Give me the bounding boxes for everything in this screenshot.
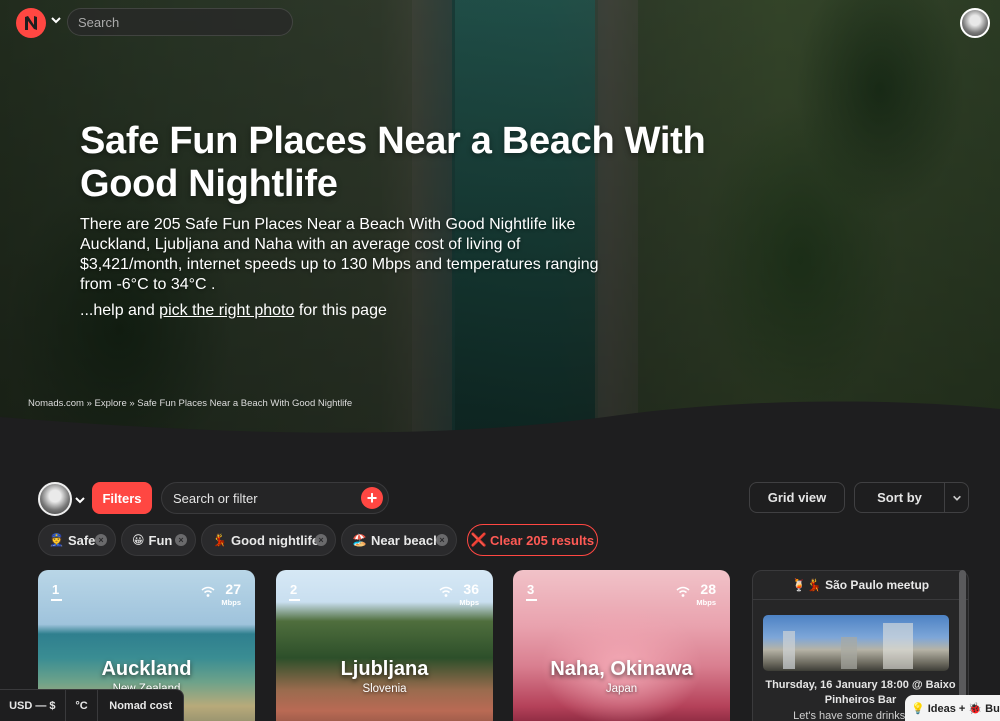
sort-by-button[interactable]: Sort by: [854, 482, 945, 513]
filter-search-input[interactable]: Search or filter: [161, 482, 389, 514]
tag-fun[interactable]: 😀 Fun ×: [121, 524, 196, 556]
help-suffix: for this page: [294, 302, 387, 319]
card-internet-speed: 28: [700, 581, 716, 597]
pick-photo-link[interactable]: pick the right photo: [159, 302, 294, 319]
meetup-image-building: [883, 623, 913, 669]
close-icon[interactable]: ×: [436, 534, 448, 546]
chevron-down-icon: [952, 495, 961, 501]
plus-icon[interactable]: +: [361, 487, 383, 509]
meetup-title: 🍹💃 São Paulo meetup: [791, 578, 930, 592]
filters-button[interactable]: Filters: [92, 482, 152, 514]
card-internet-speed: 36: [463, 581, 479, 597]
city-card-ljubljana[interactable]: 2 36 Mbps Ljubljana Slovenia: [276, 570, 493, 721]
clear-label: Clear 205 results: [490, 532, 595, 548]
chevron-down-icon[interactable]: [74, 494, 86, 506]
tag-label: Fun: [148, 532, 173, 548]
meetup-image-building: [841, 637, 857, 669]
meetup-image-building: [783, 631, 795, 669]
logo-mark: [25, 16, 37, 30]
logo-icon[interactable]: [16, 8, 46, 38]
search-input[interactable]: [67, 8, 293, 36]
settings-bar: USD — $ °C Nomad cost: [0, 689, 184, 721]
card-speed-unit: Mbps: [221, 598, 241, 607]
card-city: Auckland: [101, 658, 192, 680]
avatar[interactable]: [960, 8, 990, 38]
card-city: Naha, Okinawa: [550, 658, 693, 680]
card-rank-underline: [51, 599, 62, 601]
page-title: Safe Fun Places Near a Beach With Good N…: [80, 120, 706, 205]
tag-label: Good nightlife: [230, 532, 320, 548]
breadcrumb[interactable]: Nomads.com » Explore » Safe Fun Places N…: [28, 398, 352, 409]
card-country: Japan: [605, 683, 638, 695]
wifi-icon: [201, 586, 215, 597]
sort-dropdown-toggle[interactable]: [944, 482, 969, 513]
card-rank-underline: [289, 599, 300, 601]
chevron-down-icon[interactable]: [50, 14, 62, 26]
wifi-icon: [676, 586, 690, 597]
nomad-cost-toggle[interactable]: Nomad cost: [98, 690, 183, 721]
page-description: There are 205 Safe Fun Places Near a Bea…: [80, 216, 599, 293]
tag-label: Safe: [67, 532, 96, 548]
filter-search-placeholder: Search or filter: [173, 490, 258, 506]
card-internet-speed: 27: [225, 581, 241, 597]
temperature-toggle[interactable]: °C: [66, 689, 99, 721]
card-speed-unit: Mbps: [459, 598, 479, 607]
card-city: Ljubljana: [340, 658, 429, 680]
divider: [753, 599, 968, 600]
tag-emoji: 🏖️: [352, 533, 367, 547]
tag-emoji: 💃: [212, 533, 227, 547]
tag-label: Near beach: [370, 532, 442, 548]
help-prefix: ...help and: [80, 302, 160, 319]
tag-near-beach[interactable]: 🏖️ Near beach ×: [341, 524, 457, 556]
card-speed-unit: Mbps: [696, 598, 716, 607]
city-card-naha[interactable]: 3 28 Mbps Naha, Okinawa Japan: [513, 570, 730, 721]
card-country: Slovenia: [362, 683, 407, 695]
ideas-bugs-button[interactable]: 💡 Ideas + 🐞 Bugs: [905, 695, 1000, 721]
grid-view-button[interactable]: Grid view: [749, 482, 845, 513]
close-icon[interactable]: ×: [95, 534, 107, 546]
close-icon[interactable]: ×: [175, 534, 187, 546]
card-rank: 1: [52, 582, 60, 597]
tag-emoji: 👮: [49, 533, 64, 547]
close-icon[interactable]: ×: [315, 534, 327, 546]
card-rank: 3: [527, 582, 535, 597]
help-line: ...help and pick the right photo for thi…: [80, 301, 387, 321]
clear-results-button[interactable]: ❌ Clear 205 results: [467, 524, 598, 556]
page: Safe Fun Places Near a Beach With Good N…: [0, 0, 1000, 721]
tag-safe[interactable]: 👮 Safe ×: [38, 524, 116, 556]
currency-toggle[interactable]: USD — $: [0, 689, 66, 721]
tag-good-nightlife[interactable]: 💃 Good nightlife ×: [201, 524, 336, 556]
wifi-icon: [439, 586, 453, 597]
avatar[interactable]: [38, 482, 72, 516]
clear-icon: ❌: [470, 532, 488, 547]
card-rank-underline: [526, 599, 537, 601]
tag-emoji: 😀: [132, 533, 145, 547]
card-rank: 2: [290, 582, 298, 597]
